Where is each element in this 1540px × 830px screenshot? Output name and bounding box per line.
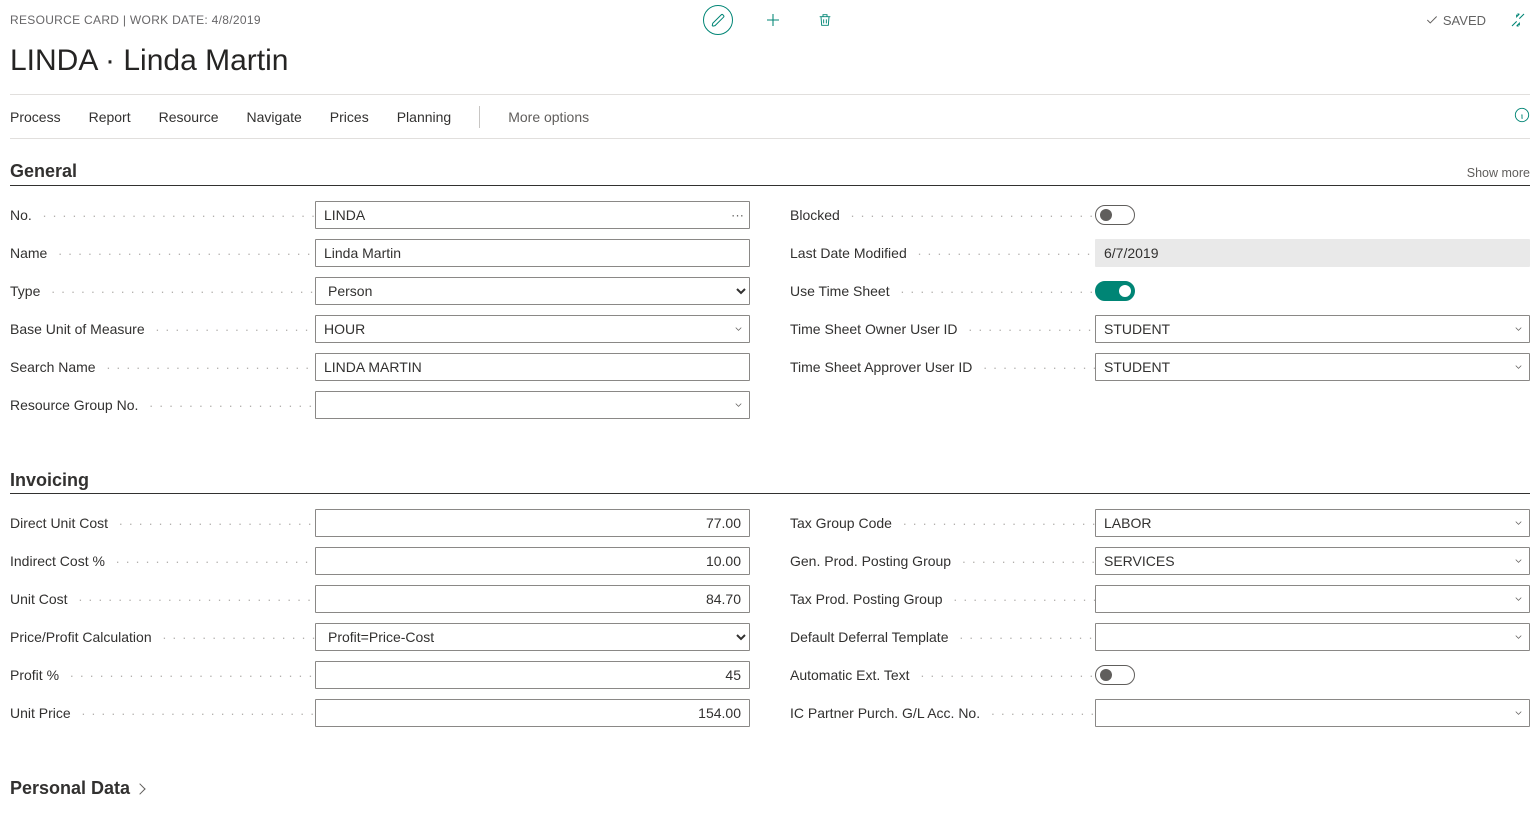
no-field[interactable] <box>315 201 750 229</box>
section-personal-data-title[interactable]: Personal Data <box>10 778 1530 799</box>
page-title: LINDA · Linda Martin <box>10 44 1530 78</box>
ts-owner-field[interactable] <box>1095 315 1530 343</box>
auto-ext-text-label: Automatic Ext. Text <box>790 667 1095 683</box>
action-navigate[interactable]: Navigate <box>247 109 302 125</box>
last-date-modified-label: Last Date Modified <box>790 245 1095 261</box>
indirect-cost-label: Indirect Cost % <box>10 553 315 569</box>
ic-partner-label: IC Partner Purch. G/L Acc. No. <box>790 705 1095 721</box>
indirect-cost-field[interactable] <box>315 547 750 575</box>
unit-cost-field[interactable] <box>315 585 750 613</box>
collapse-button[interactable] <box>1506 8 1530 32</box>
info-icon <box>1514 107 1530 123</box>
delete-button[interactable] <box>813 8 837 32</box>
buom-field[interactable] <box>315 315 750 343</box>
collapse-icon <box>1510 12 1526 28</box>
gen-prod-posting-label: Gen. Prod. Posting Group <box>790 553 1095 569</box>
unit-cost-label: Unit Cost <box>10 591 315 607</box>
pencil-icon <box>711 13 726 28</box>
type-select[interactable]: Person <box>315 277 750 305</box>
action-separator <box>479 106 480 128</box>
last-date-modified-field <box>1095 239 1530 267</box>
show-more-link[interactable]: Show more <box>1467 166 1530 180</box>
unit-price-label: Unit Price <box>10 705 315 721</box>
ts-approver-label: Time Sheet Approver User ID <box>790 359 1095 375</box>
action-more-options[interactable]: More options <box>508 109 589 125</box>
name-field[interactable] <box>315 239 750 267</box>
name-label: Name <box>10 245 315 261</box>
action-resource[interactable]: Resource <box>159 109 219 125</box>
tax-prod-posting-label: Tax Prod. Posting Group <box>790 591 1095 607</box>
gen-prod-posting-field[interactable] <box>1095 547 1530 575</box>
action-process[interactable]: Process <box>10 109 61 125</box>
new-button[interactable] <box>761 8 785 32</box>
profit-field[interactable] <box>315 661 750 689</box>
action-bar: Process Report Resource Navigate Prices … <box>10 95 1530 139</box>
use-time-sheet-toggle[interactable] <box>1095 281 1135 301</box>
invoicing-divider <box>10 493 1530 494</box>
search-name-field[interactable] <box>315 353 750 381</box>
search-name-label: Search Name <box>10 359 315 375</box>
ts-approver-field[interactable] <box>1095 353 1530 381</box>
context-label: RESOURCE CARD | WORK DATE: 4/8/2019 <box>10 13 261 27</box>
action-prices[interactable]: Prices <box>330 109 369 125</box>
ts-owner-label: Time Sheet Owner User ID <box>790 321 1095 337</box>
profit-label: Profit % <box>10 667 315 683</box>
action-report[interactable]: Report <box>89 109 131 125</box>
tax-prod-posting-field[interactable] <box>1095 585 1530 613</box>
tax-group-code-field[interactable] <box>1095 509 1530 537</box>
default-deferral-label: Default Deferral Template <box>790 629 1095 645</box>
buom-label: Base Unit of Measure <box>10 321 315 337</box>
resource-group-label: Resource Group No. <box>10 397 315 413</box>
price-profit-calc-label: Price/Profit Calculation <box>10 629 315 645</box>
section-invoicing-title[interactable]: Invoicing <box>10 470 1530 491</box>
plus-icon <box>764 11 782 29</box>
no-label: No. <box>10 207 315 223</box>
trash-icon <box>817 12 833 28</box>
blocked-toggle[interactable] <box>1095 205 1135 225</box>
unit-price-field[interactable] <box>315 699 750 727</box>
section-general-title[interactable]: General <box>10 161 77 182</box>
action-planning[interactable]: Planning <box>397 109 452 125</box>
info-button[interactable] <box>1514 107 1530 126</box>
use-time-sheet-label: Use Time Sheet <box>790 283 1095 299</box>
edit-button[interactable] <box>703 5 733 35</box>
type-label: Type <box>10 283 315 299</box>
direct-unit-cost-label: Direct Unit Cost <box>10 515 315 531</box>
default-deferral-field[interactable] <box>1095 623 1530 651</box>
check-icon <box>1425 13 1439 27</box>
saved-status: SAVED <box>1425 13 1486 28</box>
direct-unit-cost-field[interactable] <box>315 509 750 537</box>
resource-group-field[interactable] <box>315 391 750 419</box>
price-profit-calc-select[interactable]: Profit=Price-Cost <box>315 623 750 651</box>
auto-ext-text-toggle[interactable] <box>1095 665 1135 685</box>
ic-partner-field[interactable] <box>1095 699 1530 727</box>
tax-group-code-label: Tax Group Code <box>790 515 1095 531</box>
blocked-label: Blocked <box>790 207 1095 223</box>
